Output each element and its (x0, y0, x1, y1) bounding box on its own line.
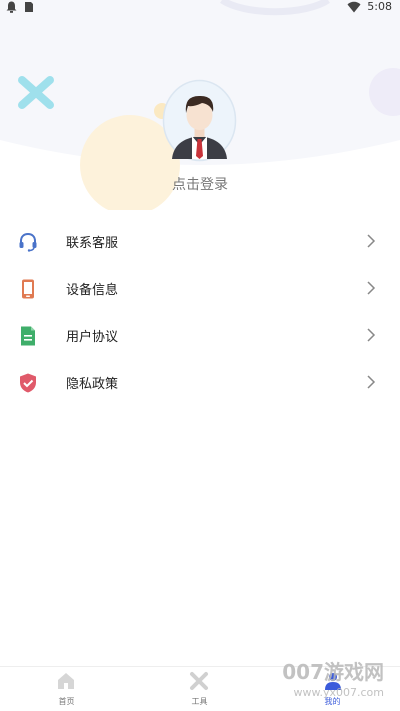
menu-item-label: 联系客服 (66, 236, 119, 251)
avatar[interactable] (162, 79, 237, 162)
shield-check-icon (20, 373, 36, 393)
menu-item-device-info[interactable]: 设备信息 (0, 266, 400, 312)
watermark: 007游戏网 www.yx007.com (274, 656, 394, 710)
menu-item-contact-service[interactable]: 联系客服 (0, 219, 400, 265)
menu-item-label: 设备信息 (66, 283, 119, 298)
headset-icon (19, 232, 37, 252)
watermark-url: www.yx007.com (293, 686, 384, 699)
document-icon (21, 326, 35, 346)
menu-item-label: 隐私政策 (66, 377, 119, 392)
tab-label: 首页 (58, 697, 75, 706)
menu-item-label: 用户协议 (66, 330, 119, 345)
home-icon (58, 673, 74, 689)
watermark-brand: 007游戏网 (282, 660, 384, 684)
status-bar: 5:08 (0, 0, 400, 16)
tab-label: 工具 (191, 697, 208, 706)
chevron-right-icon (367, 234, 376, 248)
menu-item-privacy-policy[interactable]: 隐私政策 (0, 360, 400, 406)
phone-icon (22, 279, 34, 299)
chevron-right-icon (367, 375, 376, 389)
tab-tools[interactable]: 工具 (133, 667, 266, 711)
menu-item-user-agreement[interactable]: 用户协议 (0, 313, 400, 359)
chevron-right-icon (367, 328, 376, 342)
status-time: 5:08 (367, 0, 392, 13)
avatar-image (162, 79, 237, 162)
wifi-icon (347, 1, 361, 12)
tools-icon (190, 672, 208, 690)
tab-home[interactable]: 首页 (0, 667, 133, 711)
login-prompt[interactable]: 点击登录 (0, 174, 400, 194)
notification-bell-icon (6, 1, 17, 13)
sim-card-icon (25, 2, 33, 12)
chevron-right-icon (367, 281, 376, 295)
